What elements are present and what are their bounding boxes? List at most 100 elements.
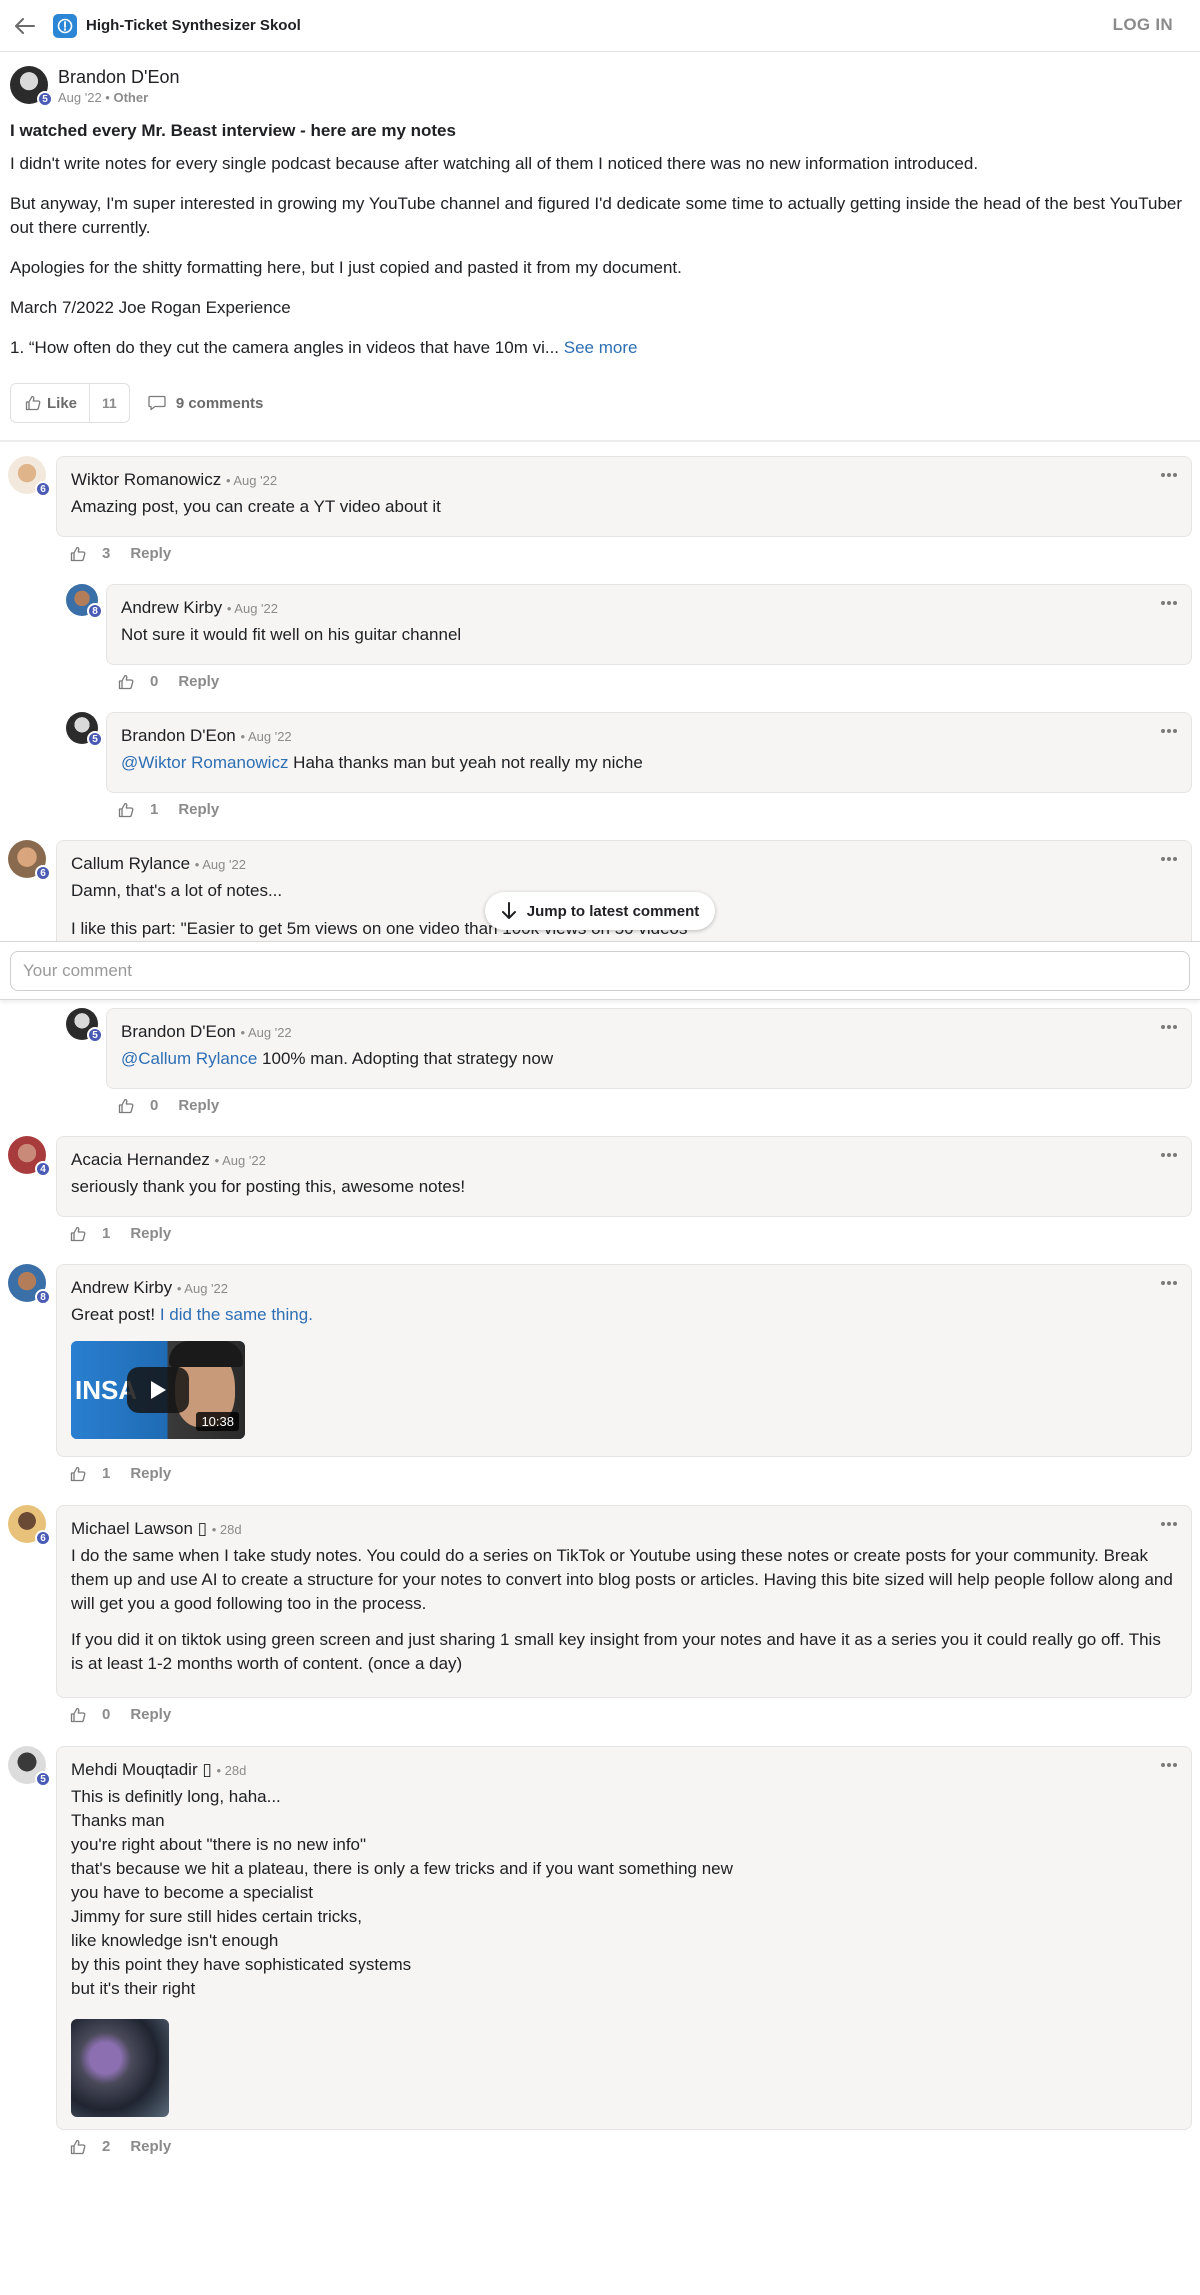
- video-duration: 10:38: [196, 1412, 239, 1431]
- avatar[interactable]: 6: [8, 840, 51, 881]
- more-options-icon[interactable]: [1161, 1763, 1177, 1769]
- name-badge: ▯: [202, 1760, 212, 1779]
- reply-button[interactable]: Reply: [178, 801, 219, 818]
- thumbs-up-icon[interactable]: [70, 1466, 86, 1482]
- comment-link[interactable]: I did the same thing.: [160, 1305, 313, 1324]
- comment-text: @Wiktor Romanowicz Haha thanks man but y…: [121, 751, 1177, 775]
- more-options-icon[interactable]: [1161, 1522, 1177, 1528]
- thumbs-up-icon[interactable]: [70, 2139, 86, 2155]
- commenter-name[interactable]: Andrew Kirby: [71, 1278, 172, 1297]
- thumbs-up-icon[interactable]: [70, 1707, 86, 1723]
- post-paragraph: I didn't write notes for every single po…: [10, 154, 979, 173]
- login-button[interactable]: LOG IN: [1113, 15, 1173, 35]
- commenter-name[interactable]: Andrew Kirby: [121, 598, 222, 617]
- comments-count[interactable]: 9 comments: [148, 395, 263, 412]
- more-options-icon[interactable]: [1161, 1153, 1177, 1159]
- truncated-text: 1. “How often do they cut the camera ang…: [10, 338, 560, 357]
- reply-button[interactable]: Reply: [130, 545, 171, 562]
- like-count[interactable]: 11: [90, 395, 129, 411]
- see-more-link[interactable]: See more: [564, 338, 638, 357]
- reply-button[interactable]: Reply: [178, 673, 219, 690]
- mention-link[interactable]: @Callum Rylance: [121, 1049, 257, 1068]
- comment-body: Great post!: [71, 1305, 160, 1324]
- like-count[interactable]: 3: [102, 545, 110, 562]
- group-logo-icon[interactable]: [53, 13, 77, 38]
- comment-bubble: Brandon D'Eon • Aug '22 @Wiktor Romanowi…: [106, 712, 1192, 793]
- reply-button[interactable]: Reply: [130, 1706, 171, 1723]
- avatar[interactable]: 5: [66, 1008, 103, 1043]
- more-options-icon[interactable]: [1161, 1281, 1177, 1287]
- video-thumbnail[interactable]: INSA 10:38: [71, 1341, 245, 1439]
- commenter-name[interactable]: Mehdi Mouqtadir: [71, 1760, 198, 1779]
- arrow-down-icon: [501, 902, 516, 919]
- post: 5 Brandon D'Eon Aug '22 • Other I watche…: [0, 52, 1200, 440]
- commenter-name[interactable]: Acacia Hernandez: [71, 1150, 210, 1169]
- comment-time: Aug '22: [234, 601, 278, 616]
- level-badge: 6: [35, 481, 51, 497]
- comment-line: you have to become a specialist: [71, 1883, 313, 1902]
- comment-line: Thanks man: [71, 1811, 165, 1830]
- play-icon[interactable]: [127, 1367, 189, 1413]
- comment-body: 100% man. Adopting that strategy now: [257, 1049, 554, 1068]
- more-options-icon[interactable]: [1161, 601, 1177, 607]
- more-options-icon[interactable]: [1161, 473, 1177, 479]
- like-count[interactable]: 0: [150, 1097, 158, 1114]
- like-count[interactable]: 1: [102, 1465, 110, 1482]
- post-title: I watched every Mr. Beast interview - he…: [10, 121, 456, 140]
- commenter-name[interactable]: Michael Lawson: [71, 1519, 193, 1538]
- reply-button[interactable]: Reply: [130, 1225, 171, 1242]
- comment-text: I do the same when I take study notes. Y…: [71, 1544, 1177, 1676]
- comment-time: Aug '22: [202, 857, 246, 872]
- avatar[interactable]: 5: [10, 66, 53, 107]
- reply-button[interactable]: Reply: [130, 1465, 171, 1482]
- comment-time: Aug '22: [247, 729, 292, 744]
- more-options-icon[interactable]: [1161, 1025, 1177, 1031]
- comment-actions: 1 Reply: [70, 1465, 171, 1482]
- level-badge: 5: [35, 1771, 51, 1787]
- avatar[interactable]: 5: [66, 712, 103, 747]
- group-name[interactable]: High-Ticket Synthesizer Skool: [86, 17, 301, 34]
- top-bar: High-Ticket Synthesizer Skool LOG IN: [0, 0, 1200, 52]
- commenter-name[interactable]: Brandon D'Eon: [121, 1022, 236, 1041]
- jump-to-latest-button[interactable]: Jump to latest comment: [485, 892, 715, 930]
- reply-button[interactable]: Reply: [130, 2138, 171, 2155]
- mention-link[interactable]: @Wiktor Romanowicz: [121, 753, 288, 772]
- back-arrow-icon[interactable]: [13, 14, 37, 38]
- avatar[interactable]: 8: [8, 1264, 51, 1305]
- post-category[interactable]: Other: [113, 90, 148, 105]
- post-meta: Aug '22 • Other: [58, 90, 149, 105]
- comment-line: that's because we hit a plateau, there i…: [71, 1859, 733, 1878]
- comment-actions: 0 Reply: [118, 673, 219, 690]
- avatar[interactable]: 4: [8, 1136, 51, 1177]
- jump-label: Jump to latest comment: [526, 902, 700, 920]
- thumbs-up-icon[interactable]: [70, 546, 86, 562]
- comment-input[interactable]: [10, 951, 1190, 991]
- avatar[interactable]: 5: [8, 1746, 51, 1787]
- thumbs-up-icon[interactable]: [118, 674, 134, 690]
- commenter-name[interactable]: Wiktor Romanowicz: [71, 470, 221, 489]
- thumbs-up-icon[interactable]: [70, 1226, 86, 1242]
- avatar[interactable]: 8: [66, 584, 103, 619]
- post-paragraph: Apologies for the shitty formatting here…: [10, 258, 682, 277]
- avatar[interactable]: 6: [8, 1505, 51, 1546]
- more-options-icon[interactable]: [1161, 857, 1177, 863]
- more-options-icon[interactable]: [1161, 729, 1177, 735]
- level-badge: 8: [35, 1289, 51, 1305]
- like-count[interactable]: 0: [150, 673, 158, 690]
- commenter-name[interactable]: Brandon D'Eon: [121, 726, 236, 745]
- like-button[interactable]: Like: [11, 384, 91, 422]
- comment-bubble: Andrew Kirby • Aug '22 Great post! I did…: [56, 1264, 1192, 1457]
- like-count[interactable]: 2: [102, 2138, 110, 2155]
- avatar[interactable]: 6: [8, 456, 51, 497]
- like-count[interactable]: 0: [102, 1706, 110, 1723]
- thumbs-up-icon[interactable]: [118, 802, 134, 818]
- comment-bubble-icon: [148, 395, 166, 411]
- reply-button[interactable]: Reply: [178, 1097, 219, 1114]
- post-author-name[interactable]: Brandon D'Eon: [58, 66, 180, 88]
- post-paragraph: March 7/2022 Joe Rogan Experience: [10, 298, 291, 317]
- commenter-name[interactable]: Callum Rylance: [71, 854, 190, 873]
- thumbs-up-icon[interactable]: [118, 1098, 134, 1114]
- like-count[interactable]: 1: [102, 1225, 110, 1242]
- image-attachment[interactable]: [71, 2019, 169, 2117]
- like-count[interactable]: 1: [150, 801, 158, 818]
